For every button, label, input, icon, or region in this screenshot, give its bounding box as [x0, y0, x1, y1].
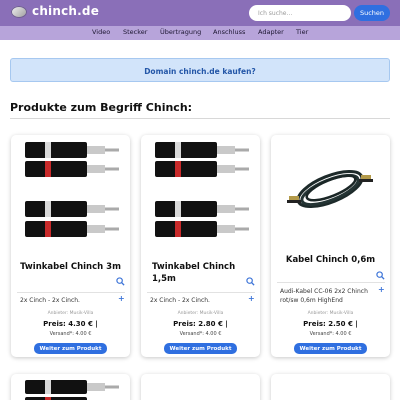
section-title: Produkte zum Begriff Chinch: — [10, 101, 193, 114]
product-shipping: Versand*: 4.00 € — [309, 331, 352, 337]
plus-icon[interactable]: + — [248, 294, 255, 303]
card-divider — [147, 292, 255, 293]
nav-item-anschluss[interactable]: Anschluss — [213, 28, 245, 36]
product-description: Audi-Kabel CC-06 2x2 Chinch rot/sw 0,6m … — [280, 288, 380, 305]
product-card: Twinkabel Chinch 3m 2x Cinch - 2x Cinch.… — [11, 135, 130, 357]
coiled-audio-cable-photo[interactable] — [277, 139, 384, 257]
product-price: Preis: 2.50 € | — [303, 320, 358, 328]
product-title-line: Twinkabel Chinch — [152, 262, 236, 272]
view-product-button[interactable]: Weiter zum Produkt — [34, 343, 107, 354]
sphere-logo-icon[interactable] — [11, 6, 27, 18]
product-card — [141, 374, 260, 400]
plus-icon[interactable]: + — [378, 285, 385, 294]
domain-offer-label[interactable]: Domain chinch.de kaufen? — [144, 67, 256, 76]
product-price: Preis: 2.80 € | — [173, 320, 228, 328]
view-product-button[interactable]: Weiter zum Produkt — [164, 343, 237, 354]
product-seller: Anbieter: Musik-Villa — [307, 311, 354, 316]
nav-item-adapter[interactable]: Adapter — [258, 28, 284, 36]
magnifier-icon[interactable] — [246, 277, 255, 286]
product-description: 2x Cinch - 2x Cinch. — [20, 297, 80, 304]
site-name[interactable]: chinch.de — [32, 4, 99, 18]
nav-item-video[interactable]: Video — [92, 28, 110, 36]
cable-photo[interactable] — [331, 394, 390, 400]
product-title[interactable]: Twinkabel Chinch 3m — [15, 261, 126, 273]
product-card — [271, 374, 390, 400]
rca-twin-cable-photo[interactable] — [17, 378, 124, 400]
magnifier-icon[interactable] — [116, 277, 125, 286]
product-description-line: rot/sw 0,6m HighEnd — [280, 296, 343, 304]
product-title[interactable]: Twinkabel Chinch 1,5m — [152, 261, 252, 285]
site-header: chinch.de Suchen — [0, 0, 400, 26]
view-product-button[interactable]: Weiter zum Produkt — [294, 343, 367, 354]
product-shipping: Versand*: 4.00 € — [49, 331, 92, 337]
section-divider — [10, 118, 390, 119]
product-card: Kabel Chinch 0,6m Audi-Kabel CC-06 2x2 C… — [271, 135, 390, 357]
product-card — [11, 374, 130, 400]
search-button[interactable]: Suchen — [354, 5, 390, 21]
product-title-line: 1,5m — [152, 274, 176, 284]
magnifier-icon[interactable] — [376, 271, 385, 280]
product-description-line: Audi-Kabel CC-06 2x2 Chinch — [280, 288, 368, 295]
nav-item-stecker[interactable]: Stecker — [123, 28, 147, 36]
plus-icon[interactable]: + — [118, 294, 125, 303]
product-shipping: Versand*: 4.00 € — [179, 331, 222, 337]
rca-twin-cable-photo[interactable] — [17, 139, 124, 257]
card-divider — [17, 292, 125, 293]
product-title[interactable]: Kabel Chinch 0,6m — [275, 254, 386, 266]
card-divider — [277, 282, 385, 283]
rca-twin-cable-photo[interactable] — [147, 139, 254, 257]
nav-item-uebertragung[interactable]: Übertragung — [160, 28, 201, 36]
search-input[interactable] — [249, 5, 351, 21]
product-card: Twinkabel Chinch 1,5m 2x Cinch - 2x Cinc… — [141, 135, 260, 357]
product-seller: Anbieter: Musik-Villa — [47, 311, 94, 316]
product-price: Preis: 4.30 € | — [43, 320, 98, 328]
domain-offer-banner[interactable]: Domain chinch.de kaufen? — [10, 58, 390, 82]
category-nav: Video Stecker Übertragung Anschluss Adap… — [0, 26, 400, 40]
nav-item-tier[interactable]: Tier — [296, 28, 308, 36]
product-seller: Anbieter: Musik-Villa — [177, 311, 224, 316]
product-description: 2x Cinch - 2x Cinch. — [150, 297, 210, 304]
